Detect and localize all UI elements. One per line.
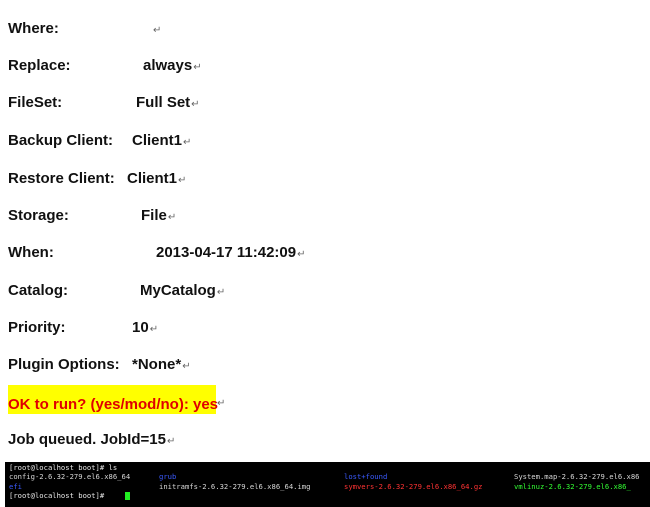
- highlighted-prompt: OK to run? (yes/mod/no): yes ↵: [8, 385, 225, 414]
- storage-value: File: [141, 207, 167, 224]
- storage-label: Storage:: [8, 207, 69, 224]
- paragraph-mark-icon: ↵: [216, 287, 226, 298]
- file-config: config-2.6.32-279.el6.x86_64: [9, 472, 131, 481]
- dir-lost-found: lost+found: [344, 472, 388, 481]
- paragraph-mark-icon: ↵: [297, 249, 306, 260]
- paragraph-mark-icon: ↵: [178, 175, 187, 186]
- paragraph-mark-icon: ↵: [153, 25, 162, 36]
- replace-value: always: [143, 57, 193, 74]
- paragraph-mark-icon: ↵: [149, 324, 159, 335]
- when-value: 2013-04-17 11:42:09: [156, 244, 297, 261]
- replace-label: Replace:: [8, 57, 71, 74]
- terminal-prompt-line: [root@localhost boot]#: [9, 491, 105, 500]
- run-confirmation-prompt: OK to run? (yes/mod/no): yes: [8, 396, 219, 413]
- file-symvers: symvers-2.6.32-279.el6.x86_64.gz: [344, 482, 483, 491]
- paragraph-mark-icon: ↵: [182, 361, 191, 372]
- where-label: Where:: [8, 20, 59, 37]
- fileset-label: FileSet:: [8, 94, 63, 111]
- plugin-options-label: Plugin Options:: [8, 356, 120, 373]
- terminal-cursor: [125, 492, 130, 500]
- backup-client-label: Backup Client:: [8, 132, 114, 149]
- dir-grub: grub: [159, 472, 177, 481]
- terminal-window[interactable]: [root@localhost boot]# ls config-2.6.32-…: [5, 462, 650, 507]
- restore-client-label: Restore Client:: [8, 170, 115, 187]
- fileset-value: Full Set: [136, 94, 191, 111]
- backup-client-value: Client1: [132, 132, 183, 149]
- document-page: Where: ↵ Replace: always↵ FileSet: Full …: [0, 0, 650, 460]
- where-value: ↵: [152, 20, 161, 37]
- file-initramfs: initramfs-2.6.32-279.el6.x86_64.img: [159, 482, 311, 491]
- paragraph-mark-icon: ↵: [167, 212, 177, 223]
- priority-value: 10: [132, 319, 149, 336]
- paragraph-mark-icon: ↵: [193, 62, 202, 73]
- priority-label: Priority:: [8, 319, 66, 336]
- catalog-label: Catalog:: [8, 282, 68, 299]
- file-system-map: System.map-2.6.32-279.el6.x86: [514, 472, 640, 481]
- plugin-options-value: *None*: [132, 356, 182, 373]
- paragraph-mark-icon: ↵: [217, 398, 226, 409]
- when-label: When:: [8, 244, 54, 261]
- paragraph-mark-icon: ↵: [183, 137, 192, 148]
- file-vmlinuz: vmlinuz-2.6.32-279.el6.x86_: [514, 482, 631, 491]
- paragraph-mark-icon: ↵: [166, 436, 176, 447]
- job-queued-text: Job queued. JobId=15: [8, 431, 166, 448]
- paragraph-mark-icon: ↵: [191, 99, 200, 110]
- restore-client-value: Client1: [127, 170, 178, 187]
- catalog-value: MyCatalog: [140, 282, 216, 299]
